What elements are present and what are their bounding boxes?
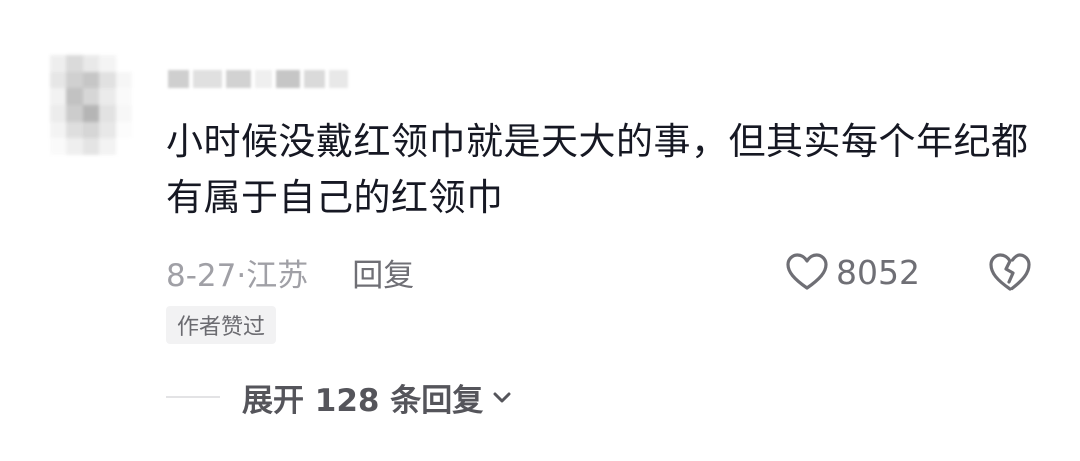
comment-meta: 8-27·江苏 回复: [166, 250, 414, 294]
expand-replies-button[interactable]: 展开 128 条回复: [166, 374, 513, 420]
like-button[interactable]: 8052: [786, 250, 920, 294]
author-liked-badge: 作者赞过: [166, 306, 277, 344]
reply-button[interactable]: 回复: [352, 250, 414, 295]
avatar[interactable]: [50, 55, 132, 155]
comment-date-location: 8-27·江苏: [166, 257, 309, 294]
like-count: 8052: [836, 252, 920, 292]
username-blurred[interactable]: [168, 70, 348, 90]
broken-heart-icon[interactable]: [988, 251, 1032, 293]
comment-text: 小时候没戴红领巾就是天大的事，但其实每个年纪都有属于自己的红领巾: [166, 120, 1029, 219]
chevron-down-icon: [493, 392, 511, 403]
heart-outline-icon: [786, 253, 828, 290]
expand-replies-label: 展开 128 条回复: [242, 382, 484, 419]
divider-line: [166, 396, 220, 398]
